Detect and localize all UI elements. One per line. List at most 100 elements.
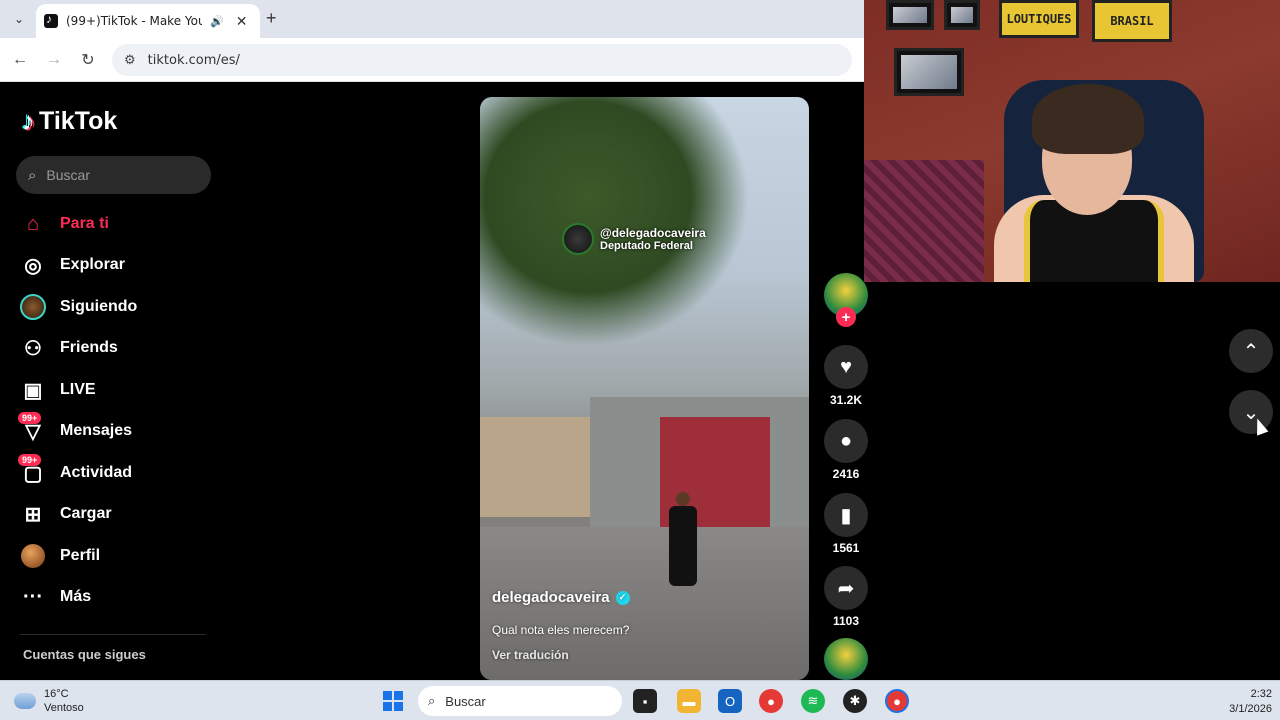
sidebar-item-label: Actividad	[60, 464, 133, 481]
sidebar-item-label: Perfil	[60, 547, 101, 564]
back-icon[interactable]: ←	[8, 48, 32, 72]
like-button[interactable]: ♥ 31.2K	[824, 345, 868, 407]
logo-text: TikTok	[39, 107, 118, 135]
heart-icon: ♥	[824, 345, 868, 389]
file-explorer-icon[interactable]: ▬	[677, 689, 701, 713]
comment-count: 2416	[832, 467, 860, 481]
sidebar-item-live[interactable]: ▣ LIVE	[20, 373, 220, 407]
sidebar-item-siguiendo[interactable]: Siguiendo	[20, 290, 220, 324]
previous-video-button[interactable]: ⌃	[1229, 329, 1273, 373]
tiktok-logo[interactable]: ♪ TikTok	[22, 106, 117, 137]
music-disc-button[interactable]	[824, 638, 868, 680]
friends-icon: ⚇	[24, 337, 42, 360]
sidebar-item-para-ti[interactable]: ⌂ Para ti	[20, 207, 220, 241]
forward-icon[interactable]: →	[42, 48, 66, 72]
sidebar-item-actividad[interactable]: ▢ 99+ Actividad	[18, 454, 220, 490]
outlook-icon[interactable]: O	[718, 689, 742, 713]
video-tree	[480, 97, 750, 347]
upload-plus-icon: ⊞	[24, 503, 42, 526]
sidebar-divider	[20, 634, 206, 635]
person-hair	[1032, 84, 1144, 154]
taskbar-search[interactable]: ⌕ Buscar	[418, 686, 622, 716]
app-icon[interactable]: ✱	[843, 689, 867, 713]
sidebar-item-label: LIVE	[60, 381, 96, 398]
messages-icon: ▽ 99+	[18, 412, 46, 444]
watermark-subtitle: Deputado Federal	[600, 240, 693, 252]
video-author[interactable]: delegadocaveira ✓	[492, 589, 630, 606]
tiktok-note-icon: ♪	[22, 106, 35, 136]
speaker-icon[interactable]: 🔊	[210, 15, 224, 28]
following-accounts-title: Cuentas que sigues	[23, 647, 146, 662]
wall-frame	[944, 0, 980, 30]
share-count: 1103	[832, 614, 860, 628]
search-icon: ⌕	[28, 166, 37, 184]
reload-icon[interactable]: ↻	[76, 48, 100, 72]
like-count: 31.2K	[829, 393, 863, 407]
browser-chrome: ⌄ (99+)TikTok - Make Your Da 🔊 ✕ + ← → ↻…	[0, 0, 864, 82]
tab-search-dropdown-icon[interactable]: ⌄	[8, 8, 30, 30]
weather-widget[interactable]: 16°C Ventoso	[14, 687, 84, 715]
sidebar-item-mensajes[interactable]: ▽ 99+ Mensajes	[18, 412, 220, 448]
creator-avatar-button[interactable]: +	[824, 273, 868, 327]
video-person	[663, 492, 703, 612]
wall-frame	[894, 48, 964, 96]
sidebar-item-label: Más	[60, 588, 92, 605]
sidebar-item-label: Friends	[60, 339, 118, 356]
live-tv-icon: ▣	[23, 379, 43, 402]
sidebar-item-label: Siguiendo	[60, 298, 138, 315]
task-view-icon[interactable]: ▪	[633, 689, 657, 713]
bookmark-icon: ▮	[824, 493, 868, 537]
tiktok-page: ♪ TikTok ⌕ ⌂ Para ti ◎ Explorar Siguiend…	[0, 82, 868, 680]
new-tab-icon[interactable]: +	[266, 8, 277, 29]
activity-icon: ▢ 99+	[18, 454, 46, 486]
weather-icon	[14, 693, 36, 709]
search-box[interactable]: ⌕	[16, 156, 211, 194]
video-watermark: @delegadocaveira Deputado Federal	[562, 223, 706, 255]
author-name: delegadocaveira	[492, 589, 610, 606]
video-player[interactable]: @delegadocaveira Deputado Federal delega…	[480, 97, 809, 680]
bed	[864, 160, 984, 282]
see-translation-link[interactable]: Ver tradución	[492, 648, 569, 662]
share-icon: ➦	[824, 566, 868, 610]
tab-title: (99+)TikTok - Make Your Da	[66, 14, 202, 28]
spotify-icon[interactable]: ≋	[801, 689, 825, 713]
more-dots-icon: ···	[23, 585, 43, 608]
search-input[interactable]	[46, 167, 187, 183]
follow-plus-icon[interactable]: +	[836, 307, 856, 327]
sidebar-item-friends[interactable]: ⚇ Friends	[20, 331, 220, 365]
sidebar-item-cargar[interactable]: ⊞ Cargar	[20, 497, 220, 531]
comment-button[interactable]: ● 2416	[824, 419, 868, 481]
profile-avatar-icon	[20, 543, 46, 569]
save-button[interactable]: ▮ 1561	[824, 493, 868, 555]
chrome-profile-icon[interactable]: ●	[885, 689, 909, 713]
chrome-icon[interactable]: ●	[759, 689, 783, 713]
tab-tiktok[interactable]: (99+)TikTok - Make Your Da 🔊 ✕	[36, 4, 260, 38]
weather-text: Ventoso	[44, 702, 84, 714]
close-tab-icon[interactable]: ✕	[236, 13, 248, 30]
share-button[interactable]: ➦ 1103	[824, 566, 868, 628]
sidebar-item-label: Explorar	[60, 256, 125, 273]
address-bar[interactable]: ⚙ tiktok.com/es/	[112, 44, 852, 76]
tiktok-favicon-icon	[44, 12, 58, 28]
start-button[interactable]	[383, 691, 403, 711]
creator-avatar: +	[824, 273, 868, 327]
sidebar-item-perfil[interactable]: Perfil	[20, 539, 220, 573]
home-icon: ⌂	[26, 212, 40, 235]
video-house	[480, 417, 600, 517]
save-count: 1561	[832, 541, 860, 555]
comment-icon: ●	[824, 419, 868, 463]
temperature: 16°C	[44, 688, 69, 700]
wall-frame	[886, 0, 934, 30]
site-info-icon[interactable]: ⚙	[124, 52, 136, 68]
clock[interactable]: 2:32 3/1/2026	[1210, 687, 1272, 717]
sidebar-item-label: Cargar	[60, 505, 112, 522]
taskbar: 16°C Ventoso ⌕ Buscar ▪ ▬ O ● ≋ ✱ ● 2:32…	[0, 680, 1280, 720]
search-icon: ⌕	[428, 693, 436, 708]
chevron-up-icon: ⌃	[1242, 340, 1260, 363]
watermark-handle: @delegadocaveira	[600, 226, 706, 240]
url-text: tiktok.com/es/	[147, 52, 240, 68]
sidebar-item-mas[interactable]: ··· Más	[20, 580, 220, 614]
sidebar-item-explorar[interactable]: ◎ Explorar	[20, 248, 220, 282]
tab-strip: ⌄ (99+)TikTok - Make Your Da 🔊 ✕ +	[0, 0, 864, 38]
music-disc-icon	[824, 638, 868, 680]
